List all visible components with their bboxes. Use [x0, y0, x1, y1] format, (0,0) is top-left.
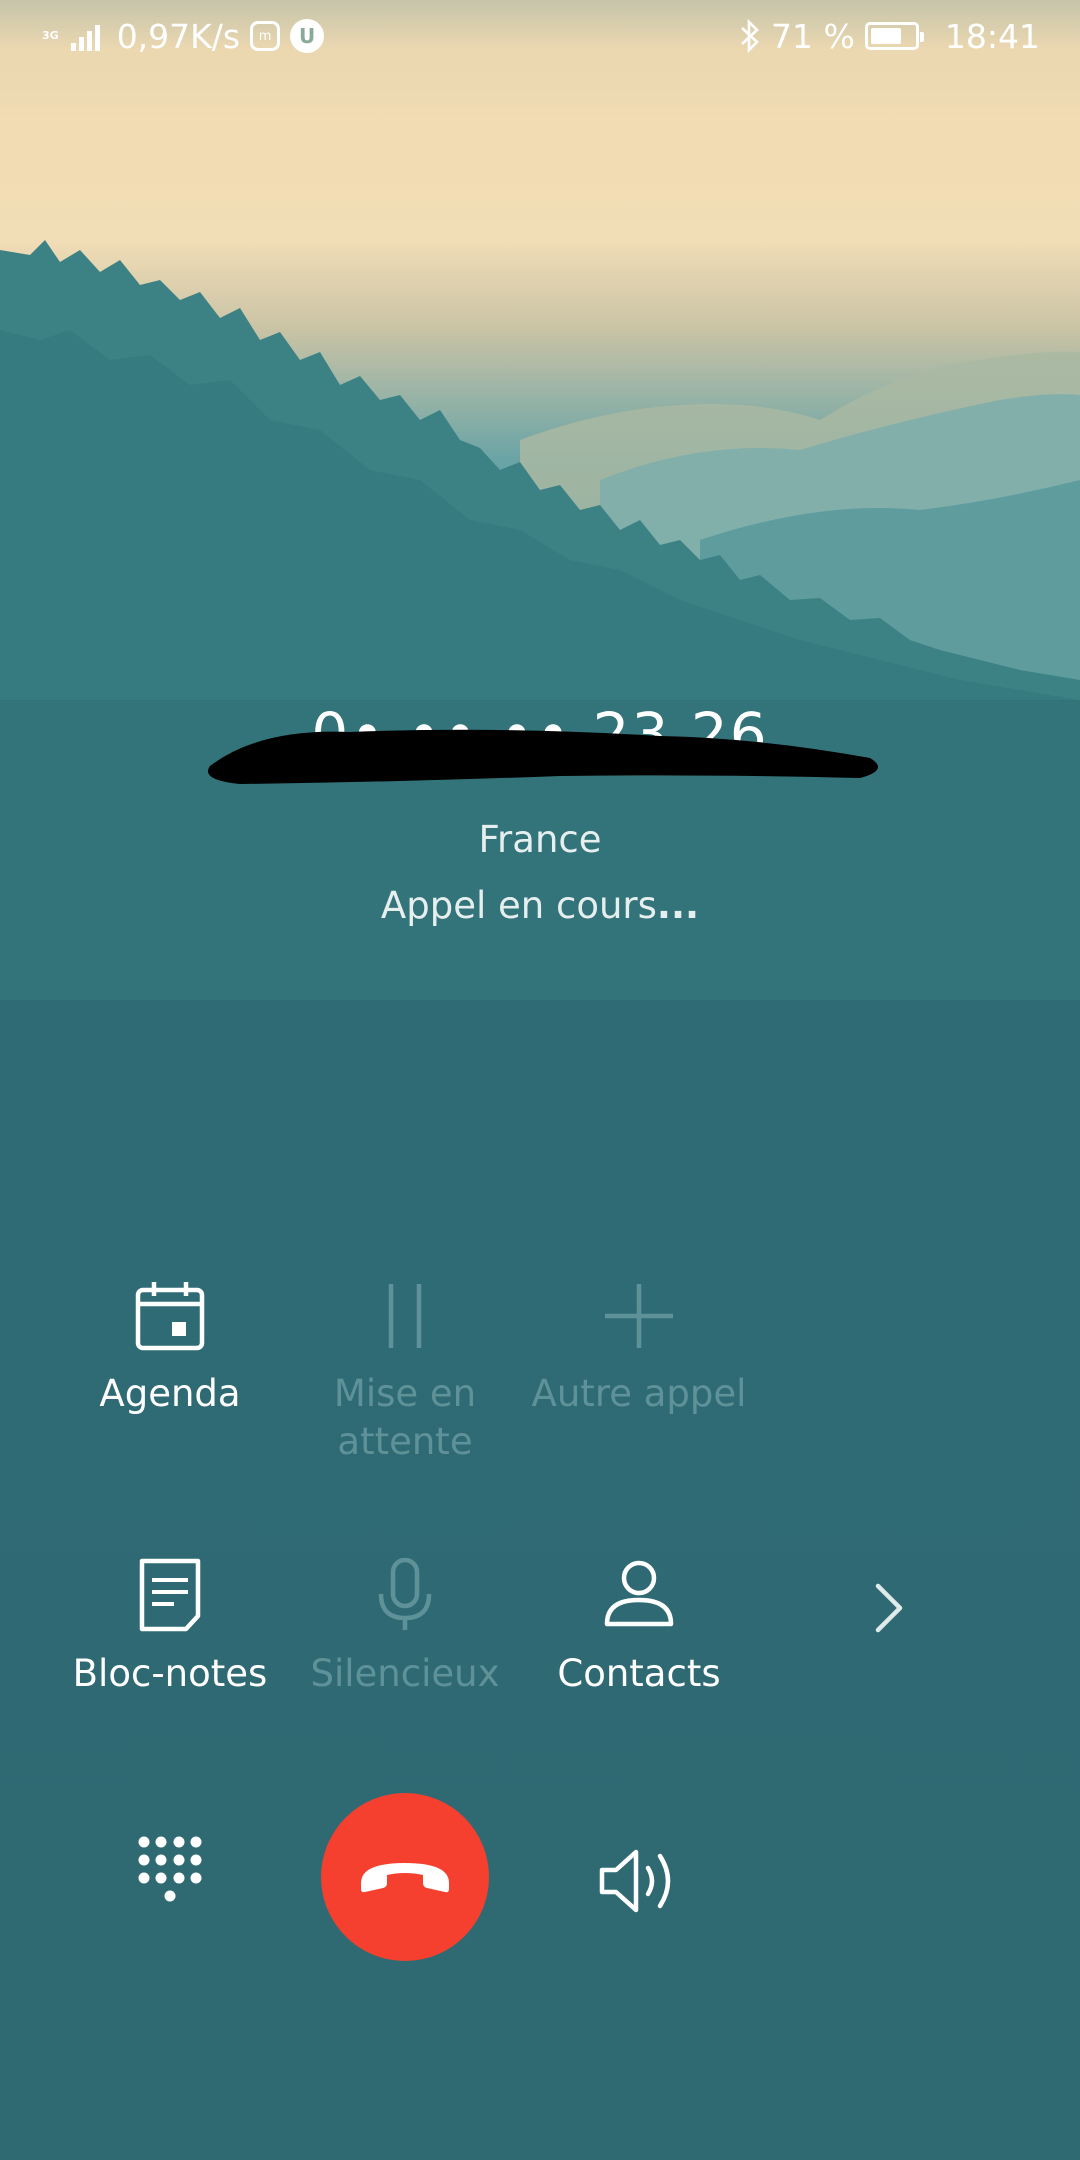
mute-button[interactable]: Silencieux [285, 1558, 525, 1698]
signal-icon [70, 25, 100, 51]
in-call-screen: 3G 0,97K/s m U 71 % 18:41 0• •• •• 23 26… [0, 0, 1080, 2160]
contacts-button[interactable]: Contacts [519, 1558, 759, 1698]
clock: 18:41 [944, 16, 1040, 56]
notepad-button[interactable]: Bloc-notes [50, 1558, 290, 1698]
caller-country: France [478, 818, 602, 861]
battery-level [870, 28, 901, 44]
pause-icon [388, 1284, 422, 1348]
status-bar-left: 3G 0,97K/s m U [42, 12, 325, 60]
add-call-button[interactable]: Autre appel [519, 1280, 759, 1418]
mute-label: Silencieux [310, 1652, 500, 1695]
call-status: Appel en cours... [0, 884, 1080, 927]
agenda-label: Agenda [99, 1372, 241, 1415]
speaker-icon[interactable] [598, 1846, 680, 1916]
contact-icon [604, 1560, 674, 1627]
status-bar-right: 71 % 18:41 [739, 12, 1040, 60]
hold-button[interactable]: Mise en attente [285, 1280, 525, 1466]
notepad-icon [139, 1558, 201, 1632]
calendar-icon [135, 1282, 205, 1351]
battery-percent: 71 % [771, 16, 855, 56]
network-speed: 0,97K/s [116, 16, 241, 56]
add-call-icon [605, 1284, 673, 1348]
bluetooth-icon [741, 19, 759, 53]
end-call-icon [361, 1863, 449, 1893]
chevron-right-icon[interactable] [870, 1578, 910, 1638]
end-call-button[interactable] [321, 1793, 489, 1961]
battery-icon [864, 22, 924, 50]
redaction-scribble [208, 729, 878, 784]
call-status-text: Appel en cours [380, 884, 657, 927]
app-notification-icon: U [290, 19, 325, 53]
notepad-label: Bloc-notes [72, 1652, 268, 1695]
agenda-button[interactable]: Agenda [50, 1280, 290, 1418]
dialpad-icon[interactable] [130, 1830, 210, 1930]
microphone-icon [378, 1558, 432, 1630]
contacts-label: Contacts [557, 1652, 721, 1695]
hold-label: Mise en attente [333, 1372, 477, 1463]
network-type: 3G [42, 29, 59, 42]
add-call-label: Autre appel [531, 1372, 747, 1415]
call-status-dots: ... [656, 884, 700, 927]
app-notification-icon: m [250, 21, 281, 51]
